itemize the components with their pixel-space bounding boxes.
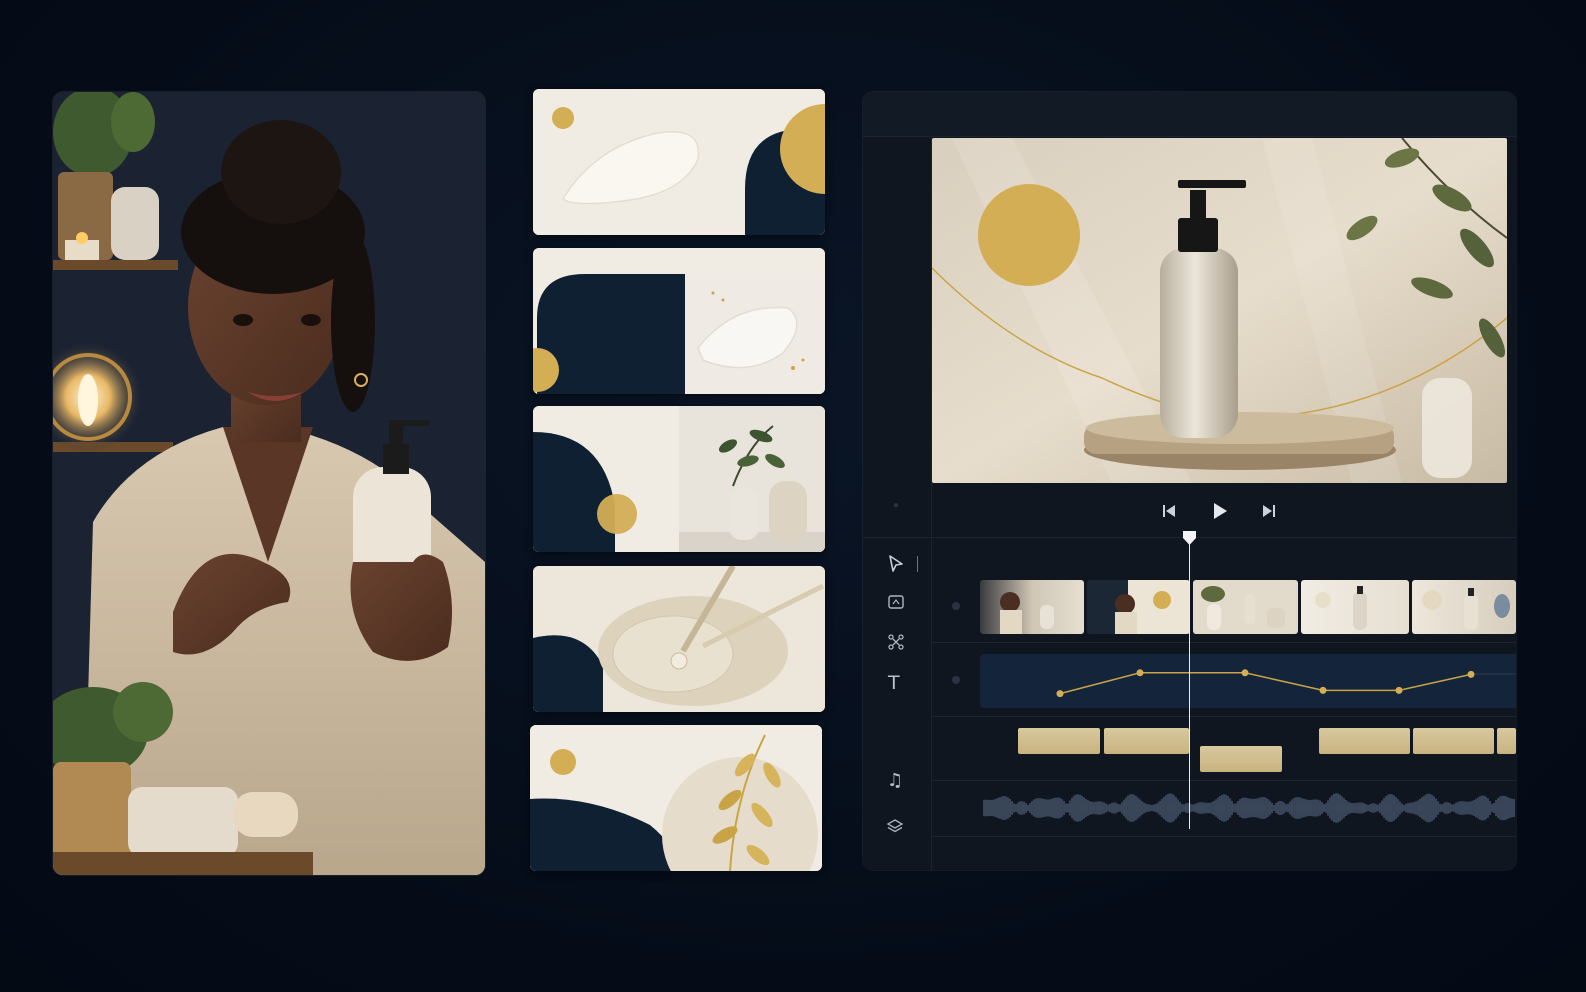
keyframe-point [1467,670,1475,678]
keyframe-curve [1059,672,1472,695]
presenter-image [53,92,485,875]
keyframe-point [1056,690,1064,698]
video-editor-panel: ● T ♫ [863,92,1516,870]
text-clip[interactable] [1104,728,1189,754]
audio-waveform [983,793,1515,823]
keyframe-point [1395,686,1403,694]
gel-swatch-template[interactable] [533,248,825,394]
track-separator [931,780,1516,781]
serum-dropper-template[interactable] [533,566,825,712]
video-clip[interactable] [1412,580,1516,634]
layers-icon[interactable] [886,818,904,836]
presenter-video-card[interactable] [53,92,485,875]
text-clip[interactable] [1018,728,1100,754]
video-clip[interactable] [1301,580,1409,634]
skip-back-icon[interactable] [1161,503,1177,519]
crop-icon[interactable] [887,594,905,610]
audio-track[interactable] [980,790,1516,826]
keyframe-point [1319,686,1327,694]
gold-dot [552,107,574,129]
tool-separator [917,556,918,572]
track-separator [931,642,1516,643]
music-note-icon[interactable]: ♫ [887,770,903,791]
track-handle[interactable] [952,676,960,684]
transport-controls: ● [863,492,1516,530]
golden-leaf-template[interactable] [530,725,822,871]
product-preview-image [932,138,1507,483]
cream-swatch-template[interactable] [533,89,825,235]
video-clip[interactable] [980,580,1084,634]
video-clip[interactable] [1193,580,1298,634]
track-separator [931,716,1516,717]
magic-select-icon[interactable] [887,633,905,651]
playhead-line [1189,541,1190,829]
video-preview[interactable] [932,138,1507,483]
text-clip[interactable] [1413,728,1494,754]
waveform-bars [983,793,1515,823]
gold-circle [978,184,1080,286]
skip-forward-icon[interactable] [1261,503,1277,519]
text-clip[interactable] [1319,728,1410,754]
keyframe-track[interactable] [980,654,1516,708]
keyframe-graph [1056,669,1516,698]
playhead-handle[interactable] [1182,530,1197,546]
timeline-ruler[interactable] [931,538,1516,568]
video-clip[interactable] [1087,580,1190,634]
text-clip[interactable] [1200,746,1282,772]
track-separator [931,836,1516,837]
cursor-icon[interactable] [888,555,904,573]
play-icon[interactable] [1211,501,1229,521]
text-icon[interactable]: T [888,672,900,694]
keyframe-point [1136,669,1144,677]
track-handle[interactable] [952,602,960,610]
dot-indicator: ● [893,500,900,511]
vase-template[interactable] [533,406,825,552]
editor-topbar [863,92,1516,137]
text-clip[interactable] [1497,728,1516,754]
keyframe-point [1241,669,1249,677]
